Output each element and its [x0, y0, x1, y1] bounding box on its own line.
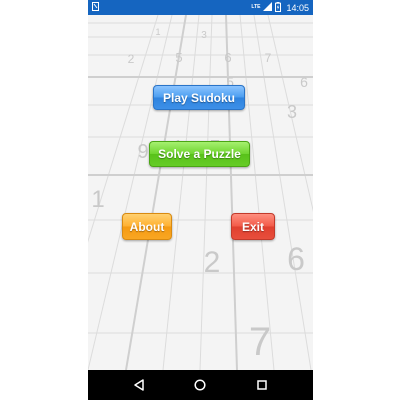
bg-digit: 2	[128, 52, 135, 66]
bg-digit: 2	[204, 246, 221, 279]
status-bar: LTE 14:05	[88, 0, 313, 15]
back-button[interactable]	[124, 370, 154, 400]
play-sudoku-button[interactable]: Play Sudoku	[153, 85, 245, 110]
recents-icon	[257, 380, 267, 390]
solve-puzzle-button[interactable]: Solve a Puzzle	[149, 141, 250, 167]
bg-digit: 1	[91, 186, 104, 213]
clock: 14:05	[286, 2, 309, 13]
main-menu: 1 3 5 6 7 2 3 5 6 3 9 1 7 1 2 6 7 Play S…	[88, 15, 313, 370]
home-icon	[194, 379, 207, 391]
bg-digit: 7	[249, 320, 271, 364]
about-button[interactable]: About	[122, 213, 172, 240]
bg-digit: 9	[137, 141, 148, 163]
bg-digit: 6	[287, 241, 305, 277]
battery-icon	[275, 1, 282, 14]
back-icon	[134, 379, 144, 391]
bg-digit: 3	[201, 30, 207, 41]
notification-icon	[92, 2, 99, 13]
bg-digit: 5	[175, 50, 182, 65]
navigation-bar	[88, 370, 313, 400]
exit-button[interactable]: Exit	[231, 213, 275, 240]
bg-digit: 3	[287, 102, 297, 122]
home-button[interactable]	[185, 370, 215, 400]
phone-screen: LTE 14:05 1 3 5 6 7 2 5 6 3 9 1 2 6 7 Pl…	[88, 0, 313, 400]
sudoku-grid-background: 1 3 5 6 7 2 3 5 6 3 9 1 7 1 2 6 7	[88, 15, 313, 370]
recents-button[interactable]	[247, 370, 277, 400]
bg-digit: 6	[224, 50, 231, 65]
lte-icon: LTE	[251, 4, 261, 10]
signal-icon	[263, 2, 273, 13]
bg-digit: 6	[300, 74, 308, 90]
bg-digit: 7	[265, 51, 272, 65]
bg-digit: 1	[155, 27, 160, 37]
